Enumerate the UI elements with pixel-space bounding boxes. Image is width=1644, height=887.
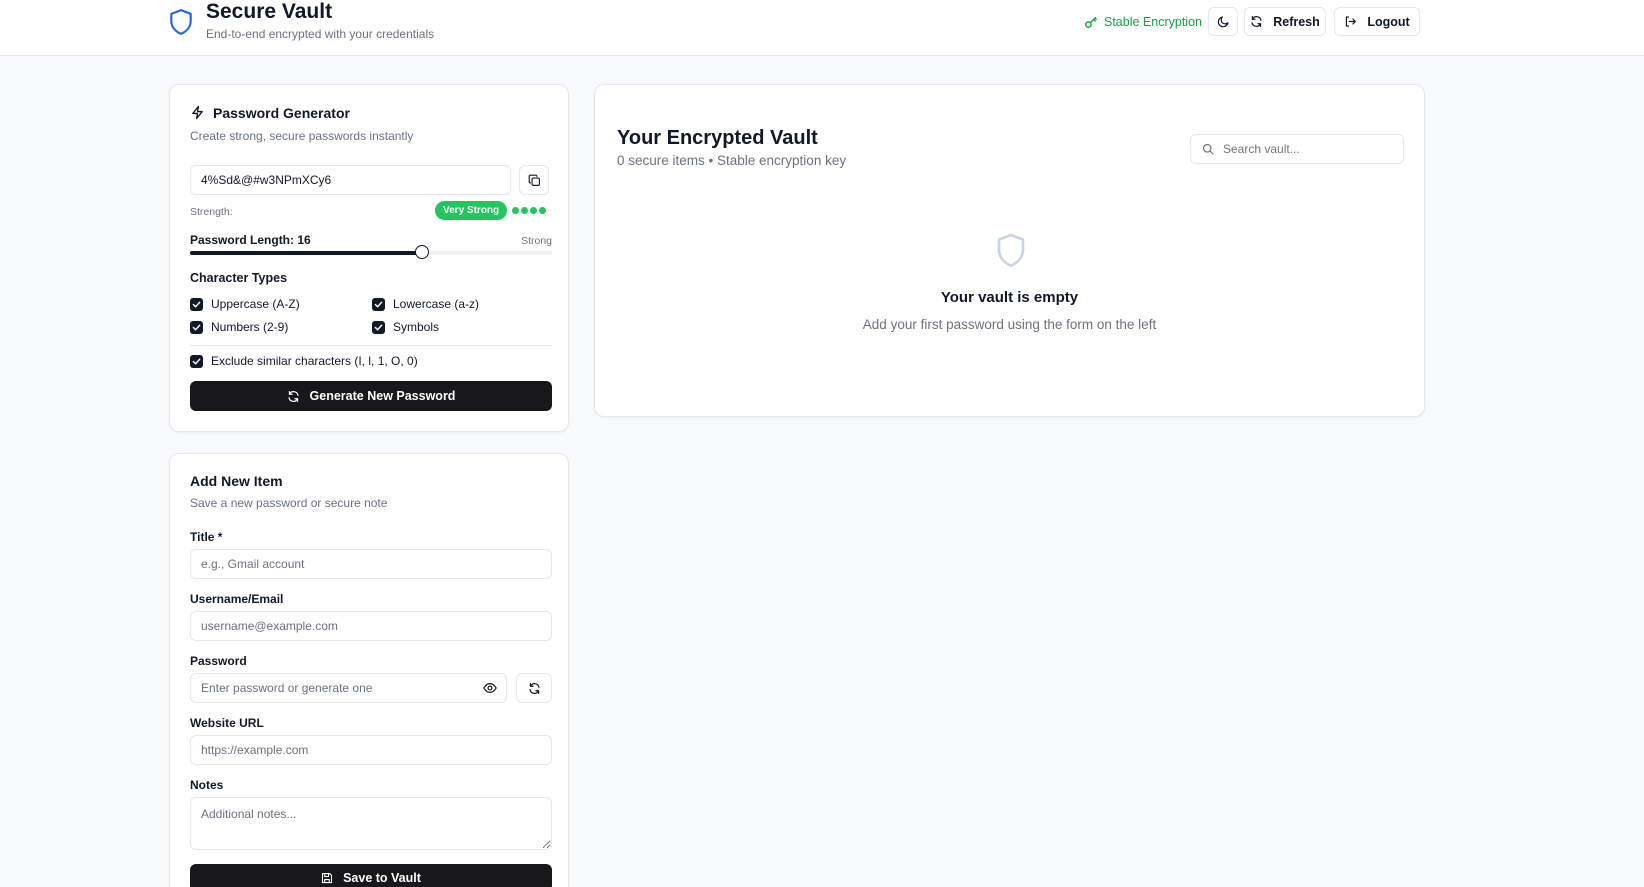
copy-icon [528, 174, 540, 186]
app-subtitle: End-to-end encrypted with your credentia… [206, 27, 435, 41]
divider [190, 345, 552, 346]
refresh-label: Refresh [1273, 14, 1320, 29]
refresh-button[interactable]: Refresh [1244, 7, 1326, 36]
length-hint: Strong [521, 235, 552, 247]
strength-dot [530, 206, 537, 214]
empty-state-title: Your vault is empty [940, 289, 1079, 306]
check-icon [192, 324, 201, 330]
generator-subtitle: Create strong, secure passwords instantl… [190, 129, 414, 143]
username-input[interactable] [190, 611, 552, 641]
vault-subtitle: 0 secure items • Stable encryption key [617, 153, 847, 168]
generator-title: Password Generator [213, 105, 350, 121]
refresh-icon [528, 682, 540, 694]
symbols-checkbox[interactable] [372, 320, 385, 334]
shield-icon [997, 233, 1025, 267]
url-label: Website URL [190, 716, 264, 730]
uppercase-option[interactable]: Uppercase (A-Z) [190, 297, 300, 311]
check-icon [192, 358, 201, 364]
save-icon [322, 872, 333, 884]
app-title: Secure Vault [206, 0, 333, 23]
username-label: Username/Email [190, 592, 284, 606]
password-generator-card: Password Generator Create strong, secure… [169, 84, 569, 432]
refresh-icon [1251, 16, 1262, 27]
lowercase-option[interactable]: Lowercase (a-z) [372, 297, 479, 311]
strength-dot [521, 206, 528, 214]
eye-icon[interactable] [483, 682, 497, 694]
password-input[interactable] [190, 673, 507, 703]
url-input[interactable] [190, 735, 552, 765]
app-header: Secure Vault End-to-end encrypted with y… [0, 0, 1644, 56]
generate-into-field-button[interactable] [516, 673, 552, 703]
exclude-similar-label: Exclude similar characters (I, l, 1, O, … [211, 354, 418, 368]
notes-textarea[interactable] [190, 797, 552, 850]
length-slider[interactable] [190, 245, 552, 259]
strength-dot [539, 206, 546, 214]
refresh-icon [287, 390, 299, 402]
strength-dot [512, 206, 519, 214]
title-label: Title * [190, 530, 223, 544]
numbers-checkbox[interactable] [190, 320, 203, 334]
lowercase-label: Lowercase (a-z) [393, 297, 480, 311]
logout-icon [1346, 16, 1357, 27]
generate-password-button[interactable]: Generate New Password [190, 381, 552, 411]
theme-toggle-button[interactable] [1208, 7, 1238, 36]
search-input[interactable] [1223, 135, 1399, 163]
character-types-title: Character Types [190, 271, 288, 285]
title-input[interactable] [190, 549, 552, 579]
length-slider-thumb[interactable] [415, 245, 429, 259]
length-label: Password Length: 16 [190, 233, 311, 247]
exclude-similar-option[interactable]: Exclude similar characters (I, l, 1, O, … [190, 354, 418, 368]
add-item-card: Add New Item Save a new password or secu… [169, 453, 569, 887]
logout-button[interactable]: Logout [1334, 7, 1420, 36]
shield-icon [170, 9, 192, 35]
uppercase-checkbox[interactable] [190, 297, 203, 311]
check-icon [374, 301, 383, 307]
encryption-status-label: Stable Encryption [1104, 15, 1202, 29]
search-icon [1202, 143, 1214, 155]
strength-badge: Very Strong [435, 201, 508, 220]
vault-card: Your Encrypted Vault 0 secure items • St… [594, 84, 1425, 417]
save-to-vault-label: Save to Vault [343, 871, 421, 885]
encryption-status: Stable Encryption [1084, 12, 1202, 32]
password-label: Password [190, 654, 247, 668]
strength-meter [510, 202, 546, 218]
symbols-option[interactable]: Symbols [372, 320, 439, 334]
moon-icon [1217, 16, 1229, 28]
add-item-subtitle: Save a new password or secure note [190, 496, 388, 510]
vault-search[interactable] [1190, 134, 1404, 164]
generated-password-field[interactable] [190, 165, 511, 195]
notes-label: Notes [190, 778, 224, 792]
length-slider-fill [190, 251, 422, 255]
save-to-vault-button[interactable]: Save to Vault [190, 864, 552, 887]
zap-icon [192, 105, 203, 120]
key-icon [1085, 16, 1097, 28]
empty-state-subtitle: Add your first password using the form o… [862, 317, 1157, 332]
lowercase-checkbox[interactable] [372, 297, 385, 311]
numbers-option[interactable]: Numbers (2-9) [190, 320, 288, 334]
check-icon [374, 324, 383, 330]
copy-password-button[interactable] [519, 165, 549, 195]
generate-password-label: Generate New Password [309, 389, 456, 403]
strength-label: Strength: [190, 206, 233, 218]
logout-label: Logout [1367, 14, 1410, 29]
exclude-similar-checkbox[interactable] [190, 354, 203, 368]
numbers-label: Numbers (2-9) [211, 320, 289, 334]
symbols-label: Symbols [393, 320, 440, 334]
check-icon [192, 301, 201, 307]
add-item-title: Add New Item [190, 473, 283, 489]
uppercase-label: Uppercase (A-Z) [211, 297, 300, 311]
vault-title: Your Encrypted Vault [617, 127, 818, 149]
